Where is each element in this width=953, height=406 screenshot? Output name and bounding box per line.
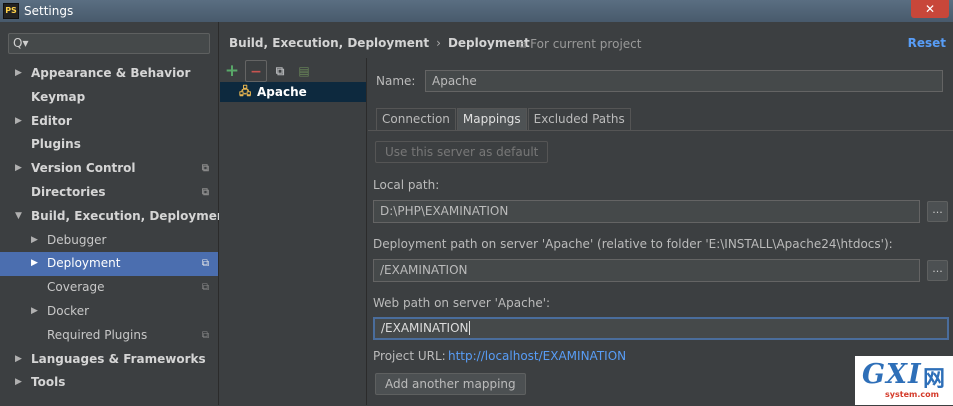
expand-right-icon[interactable]: ▶ [31,300,38,324]
close-button[interactable]: ✕ [911,0,949,18]
server-toolbar: + − ⧉ ▤ [221,60,317,82]
web-path-label: Web path on server 'Apache': [373,296,551,310]
project-scope-icon: ⧉ [519,40,527,51]
sidebar-item-label: Keymap [31,89,86,104]
sidebar-item-editor[interactable]: ▶ Editor [0,110,218,134]
sidebar-item-version-control[interactable]: ▶ Version Control ⧉ [0,157,218,181]
server-name-input[interactable]: Apache [425,70,943,92]
sidebar-item-label: Debugger [47,232,107,247]
web-path-value: /EXAMINATION [381,321,470,335]
project-url-link[interactable]: http://localhost/EXAMINATION [448,349,626,363]
search-input[interactable]: Q▾ [8,33,210,54]
deployment-path-browse-button[interactable]: ... [927,260,948,281]
sidebar-item-label: Version Control [31,161,136,176]
scope-label: For current project [530,37,642,51]
expand-right-icon[interactable]: ▶ [15,371,22,395]
local-path-input[interactable]: D:\PHP\EXAMINATION [373,200,920,223]
server-icon: 🖧 [239,85,252,98]
web-path-input[interactable]: /EXAMINATION [373,317,949,340]
sidebar-item-plugins[interactable]: Plugins [0,133,218,157]
expand-right-icon[interactable]: ▶ [15,157,22,181]
expand-right-icon[interactable]: ▶ [15,62,22,86]
sidebar-item-label: Directories [31,184,106,199]
tab-mappings[interactable]: Mappings [456,108,527,130]
server-item-label: Apache [257,85,307,99]
sidebar-item-debugger[interactable]: ▶ Debugger [0,229,218,253]
project-scope-icon: ⧉ [201,186,209,198]
sidebar-item-label: Docker [47,303,90,318]
deployment-path-label: Deployment path on server 'Apache' (rela… [373,237,893,251]
server-list-panel: + − ⧉ ▤ 🖧 Apache [219,58,367,405]
use-as-default-button[interactable]: Use this server as default [375,141,549,163]
sidebar-item-languages-frameworks[interactable]: ▶ Languages & Frameworks [0,348,218,372]
sidebar-item-label: Build, Execution, Deployment [31,208,232,223]
watermark-logo: GXI 网 system.com [855,356,953,405]
search-icon[interactable]: Q▾ [13,36,28,50]
sidebar-item-label: Required Plugins [47,327,148,342]
deployment-path-input[interactable]: /EXAMINATION [373,259,920,282]
local-path-label: Local path: [373,178,440,192]
app-icon: PS [3,3,19,19]
watermark-sub: system.com [885,390,939,399]
sidebar-item-required-plugins[interactable]: Required Plugins ⧉ [0,324,218,348]
project-scope-icon: ⧉ [201,163,209,175]
expand-right-icon[interactable]: ▶ [15,348,22,372]
reset-link[interactable]: Reset [908,36,946,50]
settings-tree: ▶ Appearance & Behavior Keymap ▶ Editor Plugi… [0,62,231,395]
server-list-item[interactable]: 🖧 Apache [220,82,366,102]
sidebar-item-directories[interactable]: Directories ⧉ [0,181,218,205]
title-bar: PS Settings ✕ [0,0,953,22]
project-scope-icon: ⧉ [201,258,209,270]
add-server-button[interactable]: + [221,60,243,82]
sidebar-item-label: Tools [31,375,66,390]
sidebar-item-docker[interactable]: ▶ Docker [0,300,218,324]
tab-connection[interactable]: Connection [376,108,456,130]
remove-server-button[interactable]: − [245,60,267,82]
project-scope-icon: ⧉ [201,282,209,294]
sidebar-item-build-execution-deployment[interactable]: ▼ Build, Execution, Deployment [0,205,231,229]
breadcrumb-separator: › [436,36,441,50]
detail-tabs: Connection Mappings Excluded Paths [376,108,632,130]
project-url-label: Project URL: [373,349,446,363]
sidebar-item-label: Coverage [47,280,105,295]
local-path-browse-button[interactable]: ... [927,201,948,222]
expand-right-icon[interactable]: ▶ [15,110,22,134]
name-label: Name: [376,74,416,88]
sidebar-item-label: Plugins [31,137,81,152]
window-title: Settings [24,4,74,18]
expand-right-icon[interactable]: ▶ [31,229,38,253]
sidebar-item-label: Editor [31,113,72,128]
add-mapping-button[interactable]: Add another mapping [375,373,526,395]
project-scope-icon: ⧉ [201,329,209,341]
sidebar-item-label: Languages & Frameworks [31,351,206,366]
sidebar-item-label: Deployment [47,256,121,271]
tab-excluded-paths[interactable]: Excluded Paths [527,108,631,130]
watermark-cn: 网 [923,367,946,392]
copy-server-button[interactable]: ⧉ [269,60,291,82]
expand-right-icon[interactable]: ▶ [31,252,38,276]
scope-indicator: ⧉ For current project [519,37,641,51]
sidebar-item-appearance-behavior[interactable]: ▶ Appearance & Behavior [0,62,218,86]
sidebar-item-label: Appearance & Behavior [31,66,191,80]
settings-sidebar: Q▾ ▶ Appearance & Behavior Keymap ▶ Editor Pl… [0,22,231,405]
sidebar-item-coverage[interactable]: Coverage ⧉ [0,276,218,300]
sidebar-item-deployment[interactable]: ▶ Deployment ⧉ [0,252,218,277]
sidebar-item-tools[interactable]: ▶ Tools [0,371,218,395]
breadcrumb-item-build: Build, Execution, Deployment [229,36,430,50]
set-default-server-button[interactable]: ▤ [293,60,315,82]
watermark-text: GXI [862,359,922,390]
sidebar-item-keymap[interactable]: Keymap [0,86,218,110]
expand-down-icon[interactable]: ▼ [15,205,22,229]
breadcrumb: Build, Execution, Deployment › Deployment [229,36,530,50]
breadcrumb-item-deployment: Deployment [447,36,530,50]
